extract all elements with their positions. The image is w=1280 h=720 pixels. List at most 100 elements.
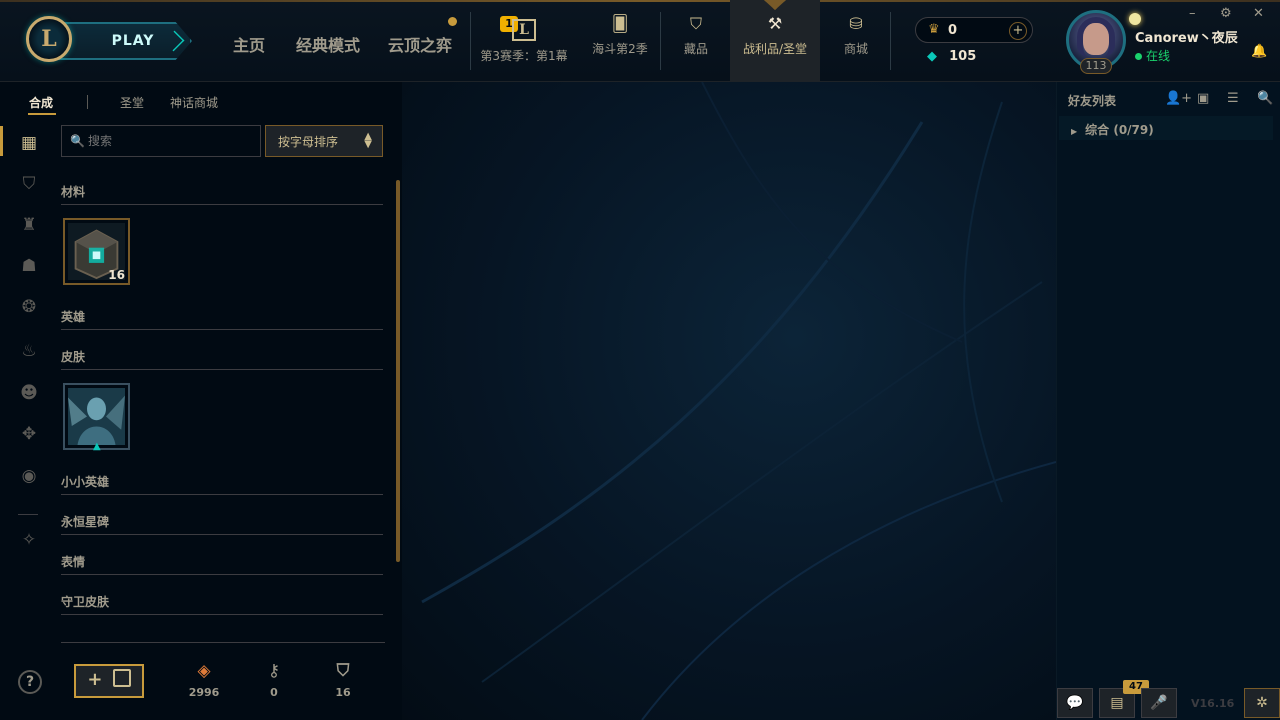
rail-active-indicator — [0, 126, 3, 156]
nav-item-cards-label: 海斗第2季 — [592, 42, 648, 56]
top-gold-line — [0, 0, 1280, 2]
chat-icon[interactable]: 💬 — [1057, 688, 1093, 718]
nav-classic-mode[interactable]: 经典模式 — [296, 32, 360, 56]
nav-divider — [890, 12, 891, 70]
riot-points-value: 0 — [948, 23, 958, 38]
sort-dropdown[interactable]: 按字母排序 ▲ ▼ — [265, 125, 383, 157]
close-icon[interactable]: ✕ — [1253, 6, 1264, 21]
play-arrow-icon — [163, 30, 185, 52]
nav-tft[interactable]: 云顶之弈 — [388, 32, 452, 56]
riot-points-icon: ♛ — [928, 22, 940, 37]
help-icon[interactable]: ? — [18, 670, 42, 694]
friend-group-label: 综合 (0/79) — [1085, 123, 1154, 137]
key-counter: ⚷ 0 — [262, 660, 286, 699]
search-input[interactable] — [88, 131, 253, 151]
key-value: 0 — [270, 686, 278, 699]
nav-item-loot-label: 战利品/圣堂 — [742, 42, 808, 56]
category-skins: 皮肤 — [61, 348, 383, 370]
key-icon: ⚷ — [267, 661, 281, 681]
tab-mythic-shop[interactable]: 神话商城 — [170, 94, 218, 111]
mission-indicator-icon[interactable] — [1129, 13, 1141, 25]
ward-skin-icon[interactable]: ✥ — [18, 423, 40, 445]
chest-count-icon: ⛉ — [336, 661, 350, 681]
nav-item-store[interactable]: ⛁ 商城 — [830, 14, 882, 57]
friend-group-general[interactable]: ▶ 综合 (0/79) — [1059, 116, 1273, 140]
eternals-flame-icon[interactable]: ♨ — [18, 340, 40, 362]
active-subtab-underline — [28, 113, 56, 115]
orange-essence-counter: ◈ 2996 — [186, 660, 222, 699]
username[interactable]: Canorew丶夜辰 — [1135, 27, 1238, 46]
orange-essence-icon: ◈ — [197, 661, 211, 681]
chest-counter: ⛉ 16 — [330, 660, 356, 699]
list-view-icon[interactable]: ☰ — [1227, 91, 1239, 106]
background-swirl-art — [421, 82, 1056, 720]
blue-essence-icon: ◆ — [927, 49, 937, 64]
cards-icon: 🂠 — [611, 14, 629, 33]
add-chest-button[interactable]: + — [74, 664, 144, 698]
add-chest-plus: + — [87, 669, 103, 690]
profile-icon-filter-icon[interactable]: ◉ — [18, 465, 40, 487]
emote-face-icon[interactable]: ☻ — [18, 382, 40, 404]
sort-dropdown-label: 按字母排序 — [278, 135, 339, 149]
loot-search-box[interactable]: 🔍 — [61, 125, 261, 157]
loot-scrollbar[interactable] — [396, 180, 400, 562]
skin-shard-art — [68, 388, 125, 445]
riot-points-display: ♛ 0 + — [915, 17, 1033, 43]
nav-item-collection[interactable]: ⛉ 藏品 — [670, 14, 722, 57]
collection-icon: ⛉ — [689, 14, 702, 33]
skin-shard-tile[interactable]: ▲ — [63, 383, 130, 452]
league-logo-button[interactable]: L — [26, 16, 72, 62]
level-badge: 113 — [1080, 58, 1112, 74]
friends-panel: 好友列表 👤+ ▣ ☰ 🔍 ▶ 综合 (0/79) — [1056, 82, 1280, 720]
materials-filter-icon[interactable]: ✧ — [18, 529, 40, 551]
buy-rp-button[interactable]: + — [1009, 22, 1027, 40]
champion-helmet-icon[interactable]: ♜ — [18, 214, 40, 236]
client-version: V16.16 — [1191, 697, 1235, 710]
nav-home[interactable]: 主页 — [233, 32, 265, 56]
nav-divider — [660, 12, 661, 70]
chest-filter-icon[interactable]: ⛉ — [18, 173, 40, 195]
voice-mic-icon[interactable]: 🎤 — [1141, 688, 1177, 718]
nav-item-collection-label: 藏品 — [683, 42, 708, 56]
bug-report-icon[interactable]: ✲ — [1244, 688, 1280, 718]
minimize-icon[interactable]: – — [1189, 6, 1196, 21]
notification-dot-icon — [448, 17, 457, 26]
little-legend-icon[interactable]: ❂ — [18, 296, 40, 318]
category-champions: 英雄 — [61, 308, 383, 330]
loot-icon: ⚒ — [767, 14, 783, 33]
hextech-chest-count: 16 — [108, 268, 125, 282]
category-little-legends: 小小英雄 — [61, 473, 383, 495]
loot-background — [402, 82, 1056, 720]
all-items-grid-icon[interactable]: ▦ — [18, 132, 40, 154]
search-icon: 🔍 — [70, 134, 85, 148]
status-label: 在线 — [1146, 49, 1171, 63]
notification-bell-icon[interactable]: 🔔 — [1251, 44, 1267, 59]
rail-divider — [18, 514, 38, 515]
nav-divider — [470, 12, 471, 70]
nav-item-cards[interactable]: 🂠 海斗第2季 — [588, 14, 652, 57]
friend-search-icon[interactable]: 🔍 — [1257, 91, 1273, 106]
online-status[interactable]: 在线 — [1135, 47, 1170, 64]
chest-value: 16 — [335, 686, 351, 699]
friends-header: 好友列表 — [1068, 94, 1117, 108]
category-eternals: 永恒星碑 — [61, 513, 383, 535]
loot-bottom-divider — [61, 642, 385, 643]
add-friend-icon[interactable]: 👤+ — [1165, 91, 1192, 106]
nav-season-pass[interactable]: 第3赛季：第1幕 — [480, 47, 568, 64]
settings-gear-icon[interactable]: ⚙ — [1220, 6, 1232, 21]
category-ward-skins: 守卫皮肤 — [61, 593, 383, 615]
category-emotes: 表情 — [61, 553, 383, 575]
loot-category-rail: ▦ ⛉ ♜ ☗ ❂ ♨ ☻ ✥ ◉ ✧ — [0, 82, 56, 720]
add-folder-icon[interactable]: ▣ — [1197, 91, 1209, 106]
skin-mask-icon[interactable]: ☗ — [18, 255, 40, 277]
sort-chevron-icon: ▲ ▼ — [364, 131, 372, 150]
category-materials: 材料 — [61, 183, 383, 205]
nav-item-loot[interactable]: ⚒ 战利品/圣堂 — [730, 0, 820, 82]
tab-sanctum[interactable]: 圣堂 — [120, 94, 144, 111]
subtab-divider — [87, 95, 88, 109]
hextech-chest-tile[interactable]: 16 — [63, 218, 130, 285]
play-button[interactable]: PLAY — [56, 22, 192, 60]
tab-crafting[interactable]: 合成 — [29, 94, 53, 111]
chest-icon — [112, 669, 131, 687]
nav-item-store-label: 商城 — [843, 42, 868, 56]
